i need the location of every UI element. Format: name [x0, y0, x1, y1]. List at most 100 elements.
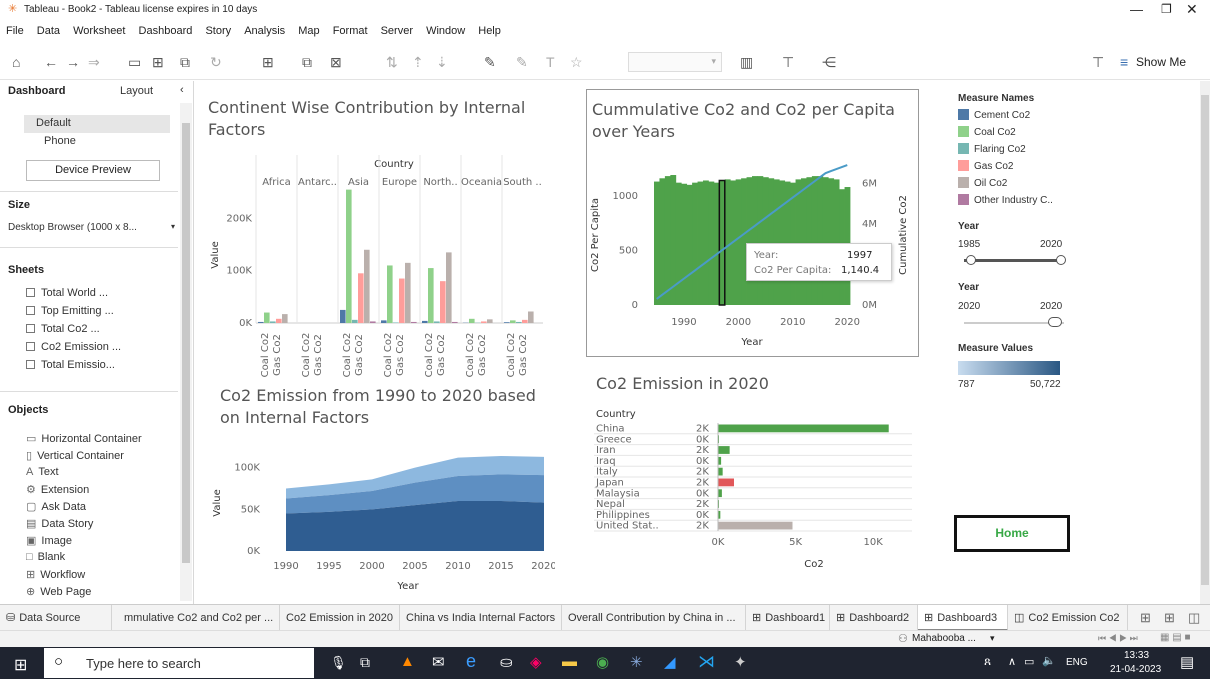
file-explorer-icon[interactable]: ▬	[562, 653, 577, 670]
new-dashboard-icon[interactable]: ⊞	[1164, 610, 1175, 626]
home-icon[interactable]: ⌂	[12, 54, 20, 70]
sheet-item[interactable]: Total Co2 ...	[26, 323, 100, 335]
group-icon[interactable]: ✎	[516, 54, 528, 70]
dashboard-tab[interactable]: Dashboard	[8, 85, 65, 97]
tab-co2-2020[interactable]: Co2 Emission in 2020	[280, 605, 400, 631]
menu-help[interactable]: Help	[478, 20, 501, 42]
show-me-icon[interactable]: ≡	[1120, 54, 1128, 70]
task-view-icon[interactable]: ⧉	[360, 654, 370, 671]
scroll-thumb[interactable]	[182, 123, 190, 563]
sheet-item[interactable]: Top Emitting ...	[26, 305, 114, 317]
store-icon[interactable]: ⛀	[500, 653, 513, 671]
vscode-icon[interactable]: ⋊	[698, 652, 715, 672]
mail-icon[interactable]: ✉	[432, 653, 445, 671]
clear-sheet-icon[interactable]: ⊠	[330, 54, 342, 70]
sheet-item[interactable]: Total World ...	[26, 287, 108, 299]
menu-data[interactable]: Data	[37, 20, 60, 42]
tab-co2-emission-co2[interactable]: ◫ Co2 Emission Co2	[1008, 605, 1128, 631]
presentation-icon[interactable]: ⊤	[782, 54, 794, 70]
menu-map[interactable]: Map	[298, 20, 319, 42]
highlight-icon[interactable]: ✎	[484, 54, 496, 70]
legend-item[interactable]: Oil Co2	[958, 177, 1007, 189]
user-name[interactable]: Mahabooba ...	[912, 633, 976, 644]
object-image[interactable]: ▣ Image	[26, 534, 72, 547]
tab-overall-china[interactable]: Overall Contribution by China in ...	[562, 605, 746, 631]
tray-chevron-icon[interactable]: ∧	[1008, 655, 1016, 668]
year-slider-track[interactable]	[964, 259, 1064, 262]
collapse-icon[interactable]: ‹	[180, 84, 184, 96]
app2-icon[interactable]: ◢	[664, 653, 676, 671]
chevron-down-icon[interactable]: ▾	[171, 222, 175, 231]
home-button[interactable]: Home	[954, 515, 1070, 552]
tab-cumulative[interactable]: mmulative Co2 and Co2 per ...	[118, 605, 280, 631]
legend-item[interactable]: Cement Co2	[958, 109, 1030, 121]
view-icon[interactable]: ▦ ▤ ■	[1160, 632, 1191, 643]
close-button[interactable]: ✕	[1186, 1, 1198, 18]
show-me-button[interactable]: Show Me	[1136, 55, 1186, 69]
object-extension[interactable]: ⚙ Extension	[26, 483, 89, 496]
language-indicator[interactable]: ENG	[1066, 657, 1088, 668]
clock-time[interactable]: 13:33	[1124, 650, 1149, 661]
legend-item[interactable]: Coal Co2	[958, 126, 1016, 138]
share-icon[interactable]: ⋲	[822, 54, 836, 70]
chrome-icon[interactable]: ◉	[596, 653, 609, 671]
refresh-icon[interactable]: ↻	[210, 54, 222, 70]
object-text[interactable]: A Text	[26, 466, 59, 478]
layout-tab[interactable]: Layout	[120, 85, 153, 97]
menu-file[interactable]: File	[6, 20, 24, 42]
menu-dashboard[interactable]: Dashboard	[139, 20, 193, 42]
sheet-item[interactable]: Total Emissio...	[26, 359, 115, 371]
edge-icon[interactable]: e	[466, 651, 476, 672]
menu-server[interactable]: Server	[381, 20, 413, 42]
new-sheet-icon[interactable]: ⊞	[1140, 610, 1151, 626]
object-ask-data[interactable]: ▢ Ask Data	[26, 500, 86, 513]
tab-dashboard3[interactable]: ⊞ Dashboard3	[918, 605, 1008, 631]
chart1[interactable]: CountryValue0K100K200KAfricaCoal Co2 Gas …	[204, 155, 550, 379]
pause-icon[interactable]: ⧉	[180, 54, 190, 70]
mic-icon[interactable]: 🎙	[330, 655, 347, 671]
back-icon[interactable]: ←	[44, 54, 58, 70]
people-icon[interactable]: ጸ	[984, 654, 991, 669]
battery-icon[interactable]: ▭	[1024, 655, 1034, 668]
legend-item[interactable]: Gas Co2	[958, 160, 1013, 172]
menu-worksheet[interactable]: Worksheet	[73, 20, 125, 42]
scroll-thumb[interactable]	[1201, 95, 1209, 585]
pane-scrollbar[interactable]	[180, 103, 192, 601]
volume-icon[interactable]: 🔈	[1042, 654, 1056, 667]
device-preview-button[interactable]: Device Preview	[26, 160, 160, 181]
device-phone[interactable]: Phone	[44, 135, 76, 147]
year2-slider-handle[interactable]	[1048, 317, 1062, 327]
object-vertical-container[interactable]: ▯ Vertical Container	[26, 449, 124, 462]
legend-item[interactable]: Other Industry C..	[958, 194, 1053, 206]
swap-icon[interactable]: ⇅	[386, 54, 398, 70]
legend-item[interactable]: Flaring Co2	[958, 143, 1026, 155]
dashboard-scrollbar[interactable]	[1200, 81, 1210, 604]
menu-story[interactable]: Story	[205, 20, 231, 42]
sort-asc-icon[interactable]: ⇡	[412, 54, 424, 70]
clock-date[interactable]: 21-04-2023	[1110, 664, 1161, 675]
tableau-taskbar-icon[interactable]: ✳	[630, 653, 643, 671]
first-sheet-icon[interactable]: ⏮ ◀ ▶ ⏭	[1098, 633, 1138, 644]
size-dropdown[interactable]: Desktop Browser (1000 x 8...	[8, 222, 137, 233]
chart3[interactable]: Value 0K 50K 100K 1990 1995 2000 2005 2010 2015 20…	[210, 441, 555, 601]
paint-icon[interactable]: ⊤	[1092, 54, 1104, 70]
maximize-button[interactable]: ❐	[1161, 2, 1172, 16]
new-worksheet-icon[interactable]: ⊞	[262, 54, 274, 70]
new-story-icon[interactable]: ◫	[1188, 610, 1200, 626]
chart4[interactable]: Country China 2K Greece 0K Iran 2K Iraq 0K Italy 2…	[592, 403, 922, 601]
sheet-item[interactable]: Co2 Emission ...	[26, 341, 121, 353]
year-slider-handle-min[interactable]	[966, 255, 976, 265]
redo-icon[interactable]: ⇒	[88, 54, 100, 70]
python-icon[interactable]: ✦	[734, 653, 747, 671]
year-slider-handle-max[interactable]	[1056, 255, 1066, 265]
object-blank[interactable]: □ Blank	[26, 551, 65, 563]
tab-dashboard2[interactable]: ⊞ Dashboard2	[830, 605, 918, 631]
chevron-down-icon[interactable]: ▾	[990, 633, 995, 644]
sort-desc-icon[interactable]: ⇣	[436, 54, 448, 70]
forward-icon[interactable]: →	[66, 54, 80, 70]
vlc-icon[interactable]: ▲	[400, 653, 415, 670]
labels-icon[interactable]: T	[546, 54, 555, 70]
tab-data-source[interactable]: ⛁ Data Source	[0, 605, 112, 631]
search-box[interactable]: ○ Type here to search	[44, 648, 314, 678]
object-data-story[interactable]: ▤ Data Story	[26, 517, 93, 530]
